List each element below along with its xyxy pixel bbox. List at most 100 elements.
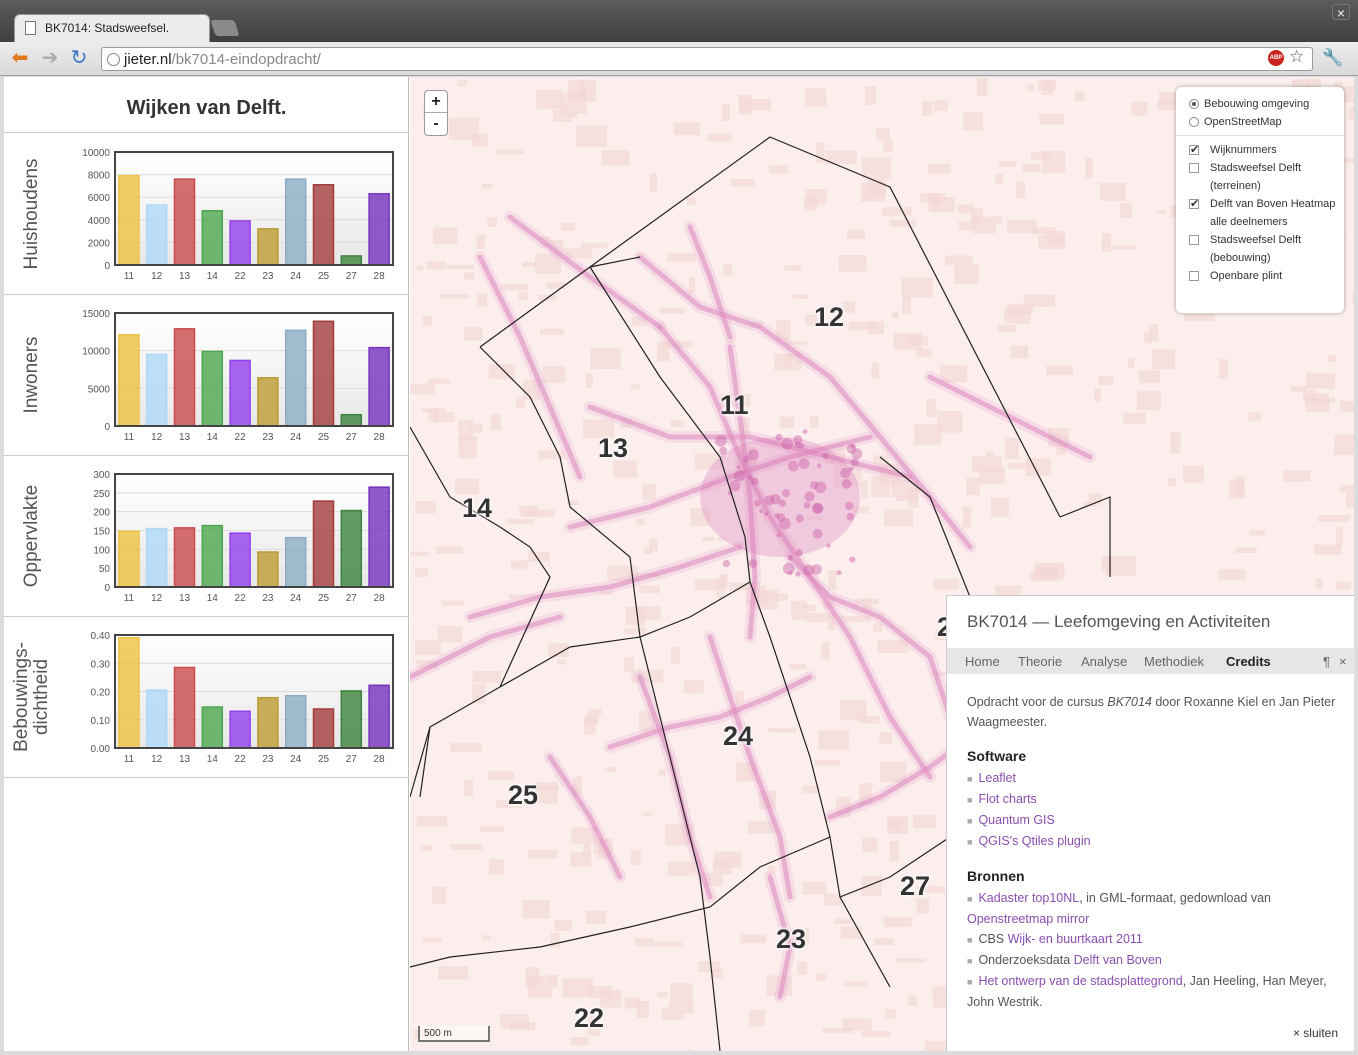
building-block [860, 182, 886, 202]
base-layer-osm[interactable]: OpenStreetMap [1184, 113, 1336, 131]
info-tabs: Home Theorie Analyse Methodiek Credits ¶… [947, 648, 1355, 674]
address-bar[interactable]: jieter.nl/bk7014-eindopdracht/ [101, 47, 1313, 71]
wrench-icon[interactable]: 🔧 [1322, 48, 1343, 68]
overlay-terreinen[interactable]: Stadsweefsel Delft (terreinen) [1184, 159, 1336, 195]
building-block [1348, 106, 1354, 121]
back-arrow-icon[interactable]: ⬅ [8, 47, 32, 69]
x-tick-label: 13 [179, 432, 191, 443]
building-block [861, 1030, 891, 1037]
building-block [556, 659, 566, 665]
heatmap-point [748, 559, 758, 568]
heatmap-point [747, 474, 753, 480]
link-cbs[interactable]: Wijk- en buurtkaart 2011 [1008, 932, 1143, 946]
building-block [966, 477, 980, 496]
bar-25 [312, 320, 335, 427]
y-tick-label: 4000 [88, 216, 111, 227]
x-tick-label: 24 [290, 271, 302, 282]
building-block [707, 133, 732, 142]
pilcrow-icon[interactable]: ¶ [1323, 654, 1330, 669]
building-block [843, 300, 856, 313]
radio-button[interactable] [1189, 99, 1199, 109]
bookmark-star-icon[interactable]: ☆ [1289, 47, 1304, 67]
url-path: /bk7014-eindopdracht/ [171, 51, 321, 68]
chart-3: Oppervlakte 0 50 100 150 200 250 300 11 12 13 14 22 2… [4, 456, 409, 617]
building-block [999, 161, 1016, 168]
adblock-icon[interactable]: ABP [1268, 50, 1284, 66]
building-block [583, 843, 591, 856]
building-block [586, 910, 606, 924]
building-block [848, 321, 876, 331]
base-layer-bebouwing[interactable]: Bebouwing omgeving [1184, 95, 1336, 113]
overlay-openbare-plint[interactable]: Openbare plint [1184, 267, 1336, 285]
link-qtiles[interactable]: QGIS's Qtiles plugin [978, 834, 1090, 848]
building-block [802, 881, 827, 895]
link-osm-mirror[interactable]: Openstreetmap mirror [967, 912, 1089, 926]
building-block [495, 149, 524, 155]
close-icon[interactable]: × [1339, 654, 1347, 669]
building-block [1123, 412, 1147, 424]
building-block [846, 229, 866, 240]
checkbox[interactable] [1189, 271, 1199, 281]
heatmap-point [803, 564, 815, 576]
forward-arrow-icon[interactable]: ➔ [38, 47, 62, 69]
close-info-button[interactable]: × sluiten [1293, 1026, 1338, 1040]
building-block [865, 86, 876, 106]
tab-theorie[interactable]: Theorie [1018, 654, 1062, 669]
heatmap-point [793, 435, 803, 445]
overlay-heatmap[interactable]: ✔ Delft van Boven Heatmap alle deelnemers [1184, 195, 1336, 231]
x-tick-label: 25 [318, 754, 330, 765]
zoom-in-button[interactable]: + [425, 91, 447, 113]
building-block [814, 759, 841, 766]
checkbox[interactable] [1189, 235, 1199, 245]
tab-home[interactable]: Home [965, 654, 1000, 669]
building-block [480, 826, 504, 833]
link-stadsplattegrond[interactable]: Het ontwerp van de stadsplattegrond [978, 974, 1182, 988]
overlay-wijknummers[interactable]: ✔ Wijknummers [1184, 141, 1336, 159]
y-tick-label: 250 [93, 489, 110, 500]
overlay-bebouwing[interactable]: Stadsweefsel Delft (bebouwing) [1184, 231, 1336, 267]
building-block [458, 419, 474, 442]
building-block [1290, 385, 1307, 392]
checkbox[interactable]: ✔ [1189, 145, 1199, 156]
building-block [1015, 181, 1026, 198]
link-delft-van-boven[interactable]: Delft van Boven [1074, 953, 1162, 967]
x-tick-label: 14 [207, 271, 219, 282]
link-kadaster[interactable]: Kadaster top10NL [978, 891, 1079, 905]
browser-tab[interactable]: BK7014: Stadsweefsel. [14, 14, 210, 42]
zoom-out-button[interactable]: - [425, 113, 447, 135]
tab-credits[interactable]: Credits [1226, 654, 1271, 669]
bar-22 [229, 359, 251, 427]
building-block [805, 613, 830, 623]
link-qgis[interactable]: Quantum GIS [978, 813, 1054, 827]
x-tick-label: 27 [346, 271, 358, 282]
building-block [1046, 365, 1073, 376]
radio-button[interactable] [1189, 117, 1199, 127]
new-tab-button[interactable] [210, 20, 240, 36]
building-block [416, 265, 424, 271]
checkbox[interactable] [1189, 163, 1199, 173]
reload-icon[interactable]: ↻ [67, 47, 91, 69]
building-block [657, 991, 668, 998]
bron-item: CBS Wijk- en buurtkaart 2011 [967, 929, 1337, 950]
x-tick-label: 14 [207, 432, 219, 443]
building-block [843, 981, 868, 987]
tab-analyse[interactable]: Analyse [1081, 654, 1127, 669]
window-close-button[interactable]: × [1332, 4, 1350, 21]
building-block [426, 261, 446, 270]
building-block [477, 293, 488, 307]
building-block [442, 600, 465, 606]
building-block [994, 173, 1004, 184]
building-block [481, 183, 493, 189]
link-leaflet[interactable]: Leaflet [978, 771, 1016, 785]
checkbox[interactable]: ✔ [1189, 199, 1199, 210]
building-block [1340, 400, 1354, 412]
building-block [1235, 475, 1245, 494]
bar-25 [312, 500, 335, 588]
building-block [667, 861, 695, 876]
link-flot[interactable]: Flot charts [978, 792, 1036, 806]
building-block [536, 89, 562, 110]
tab-methodiek[interactable]: Methodiek [1144, 654, 1204, 669]
bar-11 [118, 530, 140, 588]
building-block [1037, 235, 1066, 250]
building-block [472, 683, 486, 704]
